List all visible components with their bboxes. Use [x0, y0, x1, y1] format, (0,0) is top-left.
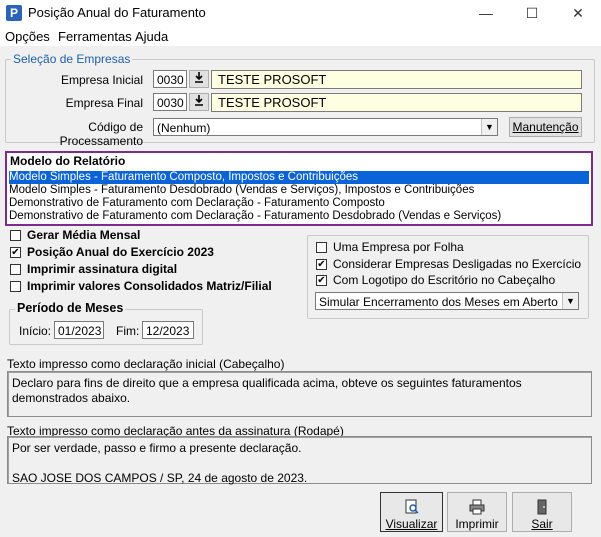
processamento-select[interactable]: (Nenhum): [153, 118, 498, 136]
assinatura-digital-checkbox[interactable]: [10, 264, 21, 275]
empresa-inicial-label: Empresa Inicial: [60, 73, 143, 87]
fim-label: Fim:: [116, 324, 140, 338]
cabecalho-label: Texto impresso como declaração inicial (…: [7, 357, 285, 371]
empresa-final-lookup-button[interactable]: [189, 93, 209, 111]
manutencao-button[interactable]: Manutenção: [509, 117, 582, 137]
simular-value: Simular Encerramento dos Meses em Aberto: [319, 295, 558, 309]
preview-document-icon: [405, 499, 419, 514]
modelo-item-2[interactable]: Demonstrativo de Faturamento com Declara…: [9, 197, 385, 210]
posicao-anual-label: Posição Anual do Exercício 2023: [27, 245, 214, 259]
app-icon: P: [6, 5, 22, 21]
gerar-media-checkbox[interactable]: [10, 230, 21, 241]
menu-ajuda[interactable]: Ajuda: [135, 29, 168, 44]
close-button[interactable]: ✕: [555, 0, 601, 26]
empresas-legend: Seleção de Empresas: [11, 52, 133, 66]
logotipo-checkbox[interactable]: ✔: [316, 275, 327, 286]
modelo-item-1[interactable]: Modelo Simples - Faturamento Desdobrado …: [9, 184, 474, 197]
consolidados-label: Imprimir valores Consolidados Matriz/Fil…: [27, 279, 272, 293]
download-arrow-icon: [195, 72, 203, 83]
fim-input[interactable]: 12/2023: [142, 321, 194, 339]
visualizar-button[interactable]: Visualizar: [380, 492, 443, 532]
menu-ferramentas[interactable]: Ferramentas: [58, 29, 132, 44]
modelo-legend: Modelo do Relatório: [10, 154, 126, 168]
inicio-input[interactable]: 01/2023: [54, 321, 104, 339]
logotipo-label: Com Logotipo do Escritório no Cabeçalho: [333, 273, 556, 287]
check-icon: ✔: [317, 275, 326, 286]
sair-label: Sair: [531, 517, 553, 531]
imprimir-button[interactable]: Imprimir: [447, 492, 507, 532]
imprimir-label: Imprimir: [455, 517, 499, 531]
modelo-item-3[interactable]: Demonstrativo de Faturamento com Declara…: [9, 210, 501, 223]
modelo-item-0[interactable]: Modelo Simples - Faturamento Composto, I…: [9, 171, 589, 184]
empresa-inicial-code[interactable]: 0030: [153, 70, 187, 88]
uma-empresa-checkbox[interactable]: [316, 242, 327, 253]
processamento-label: Código de Processamento: [59, 120, 143, 148]
exit-door-icon: [537, 499, 547, 515]
simular-select[interactable]: Simular Encerramento dos Meses em Aberto: [315, 292, 579, 310]
menu-opcoes[interactable]: Opções: [5, 29, 50, 44]
processamento-value: (Nenhum): [157, 121, 211, 135]
consolidados-checkbox[interactable]: [10, 281, 21, 292]
maximize-button[interactable]: ☐: [509, 0, 555, 26]
printer-icon: [469, 499, 485, 515]
empresas-desligadas-checkbox[interactable]: ✔: [316, 259, 327, 270]
processamento-dropdown-icon[interactable]: ▼: [481, 119, 497, 135]
check-icon: ✔: [317, 259, 326, 270]
manutencao-button-label: Manutenção: [512, 120, 579, 134]
empresa-final-name: TESTE PROSOFT: [211, 93, 582, 112]
empresa-inicial-lookup-button[interactable]: [189, 70, 209, 88]
uma-empresa-label: Uma Empresa por Folha: [333, 240, 464, 254]
minimize-button[interactable]: —: [463, 0, 509, 26]
check-icon: ✔: [11, 247, 20, 258]
rodape-textarea[interactable]: Por ser verdade, passo e firmo a present…: [7, 436, 592, 485]
visualizar-label: Visualizar: [385, 517, 438, 531]
simular-dropdown-icon[interactable]: ▼: [562, 293, 578, 309]
periodo-legend: Período de Meses: [15, 301, 126, 315]
posicao-anual-checkbox[interactable]: ✔: [10, 247, 21, 258]
cabecalho-textarea[interactable]: Declaro para fins de direito que a empre…: [7, 371, 592, 417]
inicio-label: Início:: [19, 324, 52, 338]
empresa-final-label: Empresa Final: [65, 96, 143, 110]
empresa-inicial-name: TESTE PROSOFT: [211, 70, 582, 89]
window-title: Posição Anual do Faturamento: [28, 5, 206, 20]
gerar-media-label: Gerar Média Mensal: [27, 228, 141, 242]
sair-button[interactable]: Sair: [512, 492, 572, 532]
download-arrow-icon: [195, 95, 203, 106]
empresas-desligadas-label: Considerar Empresas Desligadas no Exercí…: [333, 257, 582, 271]
modelo-listbox[interactable]: Modelo do Relatório Modelo Simples - Fat…: [5, 151, 593, 226]
assinatura-digital-label: Imprimir assinatura digital: [27, 262, 178, 276]
empresa-final-code[interactable]: 0030: [153, 93, 187, 111]
